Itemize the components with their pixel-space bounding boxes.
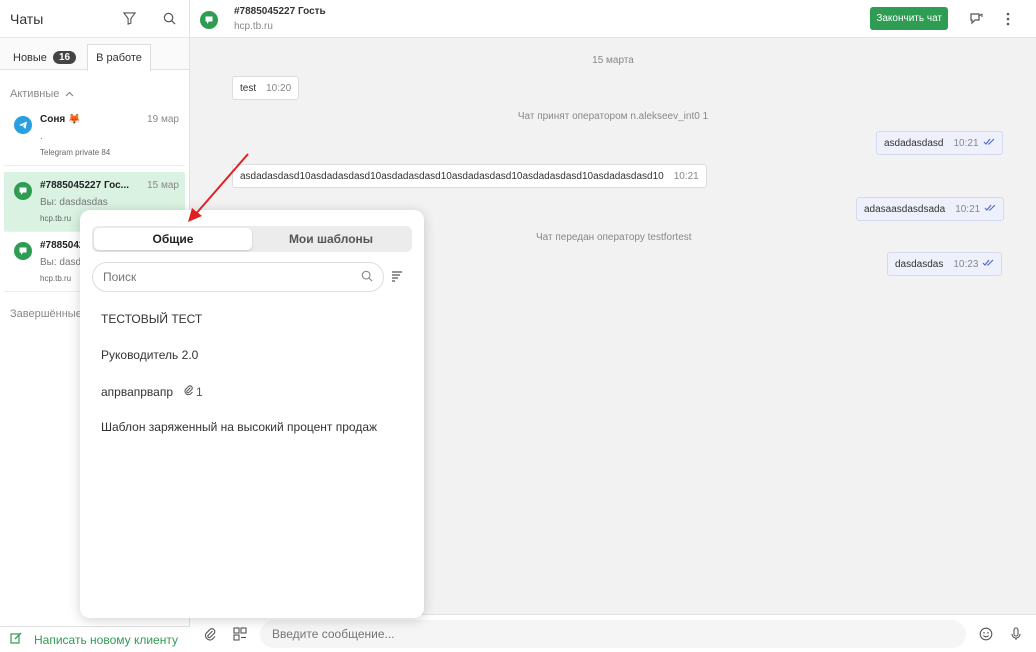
templates-search	[92, 262, 384, 292]
template-label: ТЕСТОВЫЙ ТЕСТ	[101, 312, 203, 326]
tab-my-templates[interactable]: Мои шаблоны	[252, 228, 410, 250]
tab-in-progress-label: В работе	[96, 52, 142, 64]
search-icon[interactable]	[361, 270, 373, 285]
template-label: Шаблон заряженный на высокий процент про…	[101, 420, 378, 434]
active-group-label: Активные	[10, 88, 60, 100]
templates-search-input[interactable]	[103, 270, 361, 284]
template-label: Руководитель 2.0	[101, 348, 199, 362]
more-options-icon[interactable]	[998, 9, 1018, 29]
chat-list-item[interactable]: Соня 🦊 19 мар . Telegram private 84	[4, 106, 185, 166]
incoming-message: asdadasdasd10asdadasdasd10asdadasdasd10a…	[232, 164, 707, 188]
chat-name: #7885045227 Гос...	[40, 180, 129, 191]
message-text: dasdasdas	[895, 258, 944, 270]
system-message: Чат передан оператору testfortest	[536, 232, 692, 243]
annotation-arrow-icon	[188, 153, 249, 222]
transfer-chat-icon[interactable]	[966, 9, 986, 29]
chat-date: 19 мар	[147, 114, 179, 125]
telegram-icon	[14, 116, 32, 134]
emoji-icon[interactable]	[976, 624, 996, 644]
template-label: апрвапрвапр	[101, 384, 174, 399]
chat-date: 15 мар	[147, 180, 179, 191]
template-item[interactable]: ТЕСТОВЫЙ ТЕСТ	[101, 312, 202, 326]
message-time: 10:21	[673, 170, 699, 182]
chat-bubble-icon	[200, 10, 218, 29]
tab-new[interactable]: Новые 16	[4, 44, 85, 70]
templates-popup: Общие Мои шаблоны ТЕСТОВЫЙ ТЕСТ Руководи…	[80, 210, 424, 618]
search-icon[interactable]	[159, 9, 179, 29]
new-client-button[interactable]: Написать новому клиенту	[0, 626, 190, 652]
date-separator: 15 марта	[592, 55, 634, 66]
double-check-icon	[984, 204, 996, 215]
chat-name: Соня 🦊	[40, 114, 81, 125]
chevron-up-icon	[65, 89, 74, 99]
microphone-icon[interactable]	[1006, 624, 1026, 644]
attachment-count-value: 1	[196, 384, 203, 399]
message-text: adasaasdasdsada	[864, 203, 946, 215]
finished-group-label: Завершённые	[10, 308, 82, 320]
filter-icon[interactable]	[119, 9, 139, 29]
tab-in-progress[interactable]: В работе	[87, 44, 151, 71]
template-item[interactable]: Шаблон заряженный на высокий процент про…	[101, 420, 377, 434]
sort-icon[interactable]	[390, 269, 406, 285]
chat-bubble-icon	[14, 242, 32, 260]
tab-new-label: Новые	[13, 51, 47, 64]
message-text: asdadasdasd	[884, 137, 944, 149]
new-client-label: Написать новому клиенту	[34, 632, 178, 647]
system-message: Чат принят оператором n.alekseev_int0 1	[517, 111, 709, 122]
tab-common-templates[interactable]: Общие	[94, 228, 252, 250]
chat-source: Telegram private 84	[40, 148, 111, 157]
message-time: 10:23	[953, 258, 979, 270]
template-item[interactable]: апрвапрвапр 1	[101, 384, 203, 399]
chat-header-title: #7885045227 Гость	[234, 5, 326, 17]
incoming-message: test 10:20	[232, 76, 300, 100]
sidebar-tabs: Новые 16 В работе	[0, 38, 189, 71]
chat-preview: .	[40, 131, 43, 142]
compose-icon	[10, 632, 22, 647]
outgoing-message: dasdasdas 10:23	[887, 252, 1003, 276]
message-input[interactable]	[260, 619, 966, 648]
message-time: 10:21	[955, 203, 981, 215]
message-time: 10:21	[953, 137, 979, 149]
message-text: test	[240, 82, 257, 94]
attachment-count: 1	[181, 384, 203, 399]
template-item[interactable]: Руководитель 2.0	[101, 348, 198, 362]
sidebar-header: Чаты	[0, 0, 189, 38]
end-chat-button[interactable]: Закончить чат	[870, 7, 948, 30]
sidebar-title: Чаты	[10, 10, 44, 27]
chat-bubble-icon	[14, 182, 32, 200]
chat-preview: Вы: dasdasdas	[40, 197, 108, 208]
double-check-icon	[982, 259, 994, 270]
attach-icon[interactable]	[200, 624, 220, 644]
outgoing-message: adasaasdasdsada 10:21	[856, 197, 1005, 221]
paperclip-icon	[183, 384, 194, 399]
templates-icon[interactable]	[230, 624, 250, 644]
double-check-icon	[983, 138, 995, 149]
message-time: 10:20	[266, 82, 292, 94]
message-text: asdadasdasd10asdadasdasd10asdadasdasd10a…	[240, 170, 664, 182]
message-composer	[190, 614, 1036, 652]
chat-header: #7885045227 Гость hcp.tb.ru Закончить ча…	[190, 0, 1036, 38]
active-group-toggle[interactable]: Активные	[0, 70, 189, 106]
new-count-badge: 16	[52, 51, 77, 64]
chat-header-subtitle: hcp.tb.ru	[234, 20, 273, 32]
outgoing-message: asdadasdasd 10:21	[876, 131, 1003, 155]
